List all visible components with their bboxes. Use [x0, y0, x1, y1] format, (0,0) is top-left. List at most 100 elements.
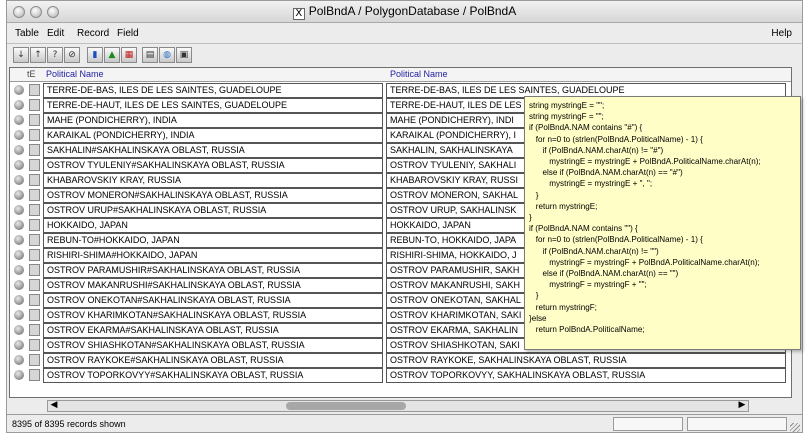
tooltip-line: if (PolBndA.NAM contains "") { — [529, 224, 638, 234]
column-header-political-name-2[interactable]: Political Name — [390, 69, 448, 79]
record-select-checkbox[interactable] — [29, 249, 40, 261]
record-bullet-icon[interactable] — [14, 265, 24, 275]
horizontal-scroll-thumb[interactable] — [286, 402, 406, 410]
menu-edit[interactable]: Edit — [47, 28, 64, 39]
record-select-checkbox[interactable] — [29, 354, 40, 366]
cell-political-name[interactable]: OSTROV MAKANRUSHI#SAKHALINSKAYA OBLAST, … — [43, 278, 383, 293]
cell-political-name[interactable]: OSTROV EKARMA#SAKHALINSKAYA OBLAST, RUSS… — [43, 323, 383, 338]
menu-bar: Table Edit Record Field Help — [7, 24, 802, 44]
record-bullet-icon[interactable] — [14, 100, 24, 110]
layout-icon[interactable]: ▤ — [142, 47, 158, 63]
cell-political-name[interactable]: TERRE-DE-BAS, ILES DE LES SAINTES, GUADE… — [43, 83, 383, 98]
cell-political-name[interactable]: RISHIRI-SHIMA#HOKKAIDO, JAPAN — [43, 248, 383, 263]
sort-ascending-icon[interactable]: ↓ — [13, 47, 29, 63]
record-select-checkbox[interactable] — [29, 204, 40, 216]
record-select-checkbox[interactable] — [29, 114, 40, 126]
column-header-flag[interactable]: tE — [27, 69, 36, 79]
record-bullet-icon[interactable] — [14, 295, 24, 305]
cell-political-name[interactable]: OSTROV KHARIMKOTAN#SAKHALINSKAYA OBLAST,… — [43, 308, 383, 323]
menu-table[interactable]: Table — [15, 28, 39, 39]
tooltip-line: return mystringF; — [529, 302, 597, 312]
record-select-checkbox[interactable] — [29, 234, 40, 246]
record-bullet-icon[interactable] — [14, 340, 24, 350]
record-bullet-icon[interactable] — [14, 280, 24, 290]
scroll-right-icon[interactable]: ▶ — [736, 400, 748, 412]
calculation-tooltip: string mystringE = ""; string mystringF =… — [524, 96, 801, 350]
record-select-checkbox[interactable] — [29, 369, 40, 381]
record-select-checkbox[interactable] — [29, 309, 40, 321]
tooltip-line: if (PolBndA.NAM.charAt(n) != "") — [529, 246, 659, 256]
tooltip-code: string mystringE = ""; string mystringF =… — [529, 100, 796, 335]
record-bullet-icon[interactable] — [14, 175, 24, 185]
record-select-checkbox[interactable] — [29, 339, 40, 351]
cell-political-name[interactable]: OSTROV URUP#SAKHALINSKAYA OBLAST, RUSSIA — [43, 203, 383, 218]
table-row[interactable]: OSTROV RAYKOKE#SAKHALINSKAYA OBLAST, RUS… — [10, 353, 791, 368]
cell-political-name-2[interactable]: OSTROV TOPORKOVYY, SAKHALINSKAYA OBLAST,… — [386, 368, 786, 383]
record-select-checkbox[interactable] — [29, 129, 40, 141]
cell-political-name[interactable]: KHABAROVSKIY KRAY, RUSSIA — [43, 173, 383, 188]
record-select-checkbox[interactable] — [29, 294, 40, 306]
sort-descending-icon[interactable]: ↑ — [30, 47, 46, 63]
tooltip-line: mystringF = mystringF + PolBndA.Politica… — [529, 257, 760, 267]
record-select-checkbox[interactable] — [29, 159, 40, 171]
tooltip-line: } — [529, 190, 539, 200]
cell-political-name[interactable]: TERRE-DE-HAUT, ILES DE LES SAINTES, GUAD… — [43, 98, 383, 113]
record-bullet-icon[interactable] — [14, 235, 24, 245]
filter-icon[interactable]: ⊘ — [64, 47, 80, 63]
cell-political-name[interactable]: HOKKAIDO, JAPAN — [43, 218, 383, 233]
record-bullet-icon[interactable] — [14, 115, 24, 125]
cell-political-name[interactable]: MAHE (PONDICHERRY), INDIA — [43, 113, 383, 128]
form-icon[interactable]: ▣ — [176, 47, 192, 63]
record-select-checkbox[interactable] — [29, 84, 40, 96]
table-icon[interactable]: ▦ — [121, 47, 137, 63]
record-bullet-icon[interactable] — [14, 130, 24, 140]
cell-political-name[interactable]: OSTROV RAYKOKE#SAKHALINSKAYA OBLAST, RUS… — [43, 353, 383, 368]
tooltip-line: string mystringF = ""; — [529, 112, 604, 122]
menu-field[interactable]: Field — [117, 28, 139, 39]
record-bullet-icon[interactable] — [14, 85, 24, 95]
record-bullet-icon[interactable] — [14, 190, 24, 200]
menu-help[interactable]: Help — [771, 28, 792, 39]
menu-record[interactable]: Record — [77, 28, 109, 39]
record-select-checkbox[interactable] — [29, 144, 40, 156]
resize-grip-icon[interactable] — [790, 423, 800, 432]
record-bullet-icon[interactable] — [14, 145, 24, 155]
cell-political-name[interactable]: REBUN-TO#HOKKAIDO, JAPAN — [43, 233, 383, 248]
title-bar[interactable]: X PolBndA / PolygonDatabase / PolBndA — [7, 1, 802, 23]
column-header-political-name[interactable]: Political Name — [46, 69, 104, 79]
cell-political-name[interactable]: SAKHALIN#SAKHALINSKAYA OBLAST, RUSSIA — [43, 143, 383, 158]
record-bullet-icon[interactable] — [14, 355, 24, 365]
record-bullet-icon[interactable] — [14, 250, 24, 260]
cell-political-name[interactable]: OSTROV SHIASHKOTAN#SAKHALINSKAYA OBLAST,… — [43, 338, 383, 353]
color-chart-icon[interactable]: ▲ — [104, 47, 120, 63]
scroll-left-icon[interactable]: ◀ — [48, 400, 60, 412]
cell-political-name[interactable]: OSTROV PARAMUSHIR#SAKHALINSKAYA OBLAST, … — [43, 263, 383, 278]
record-select-checkbox[interactable] — [29, 189, 40, 201]
record-bullet-icon[interactable] — [14, 310, 24, 320]
chart-icon[interactable]: ▮ — [87, 47, 103, 63]
record-bullet-icon[interactable] — [14, 220, 24, 230]
record-select-checkbox[interactable] — [29, 174, 40, 186]
globe-icon[interactable]: ◍ — [159, 47, 175, 63]
record-bullet-icon[interactable] — [14, 325, 24, 335]
table-row[interactable]: OSTROV TOPORKOVYY#SAKHALINSKAYA OBLAST, … — [10, 368, 791, 383]
record-select-checkbox[interactable] — [29, 264, 40, 276]
cell-political-name[interactable]: KARAIKAL (PONDICHERRY), INDIA — [43, 128, 383, 143]
record-select-checkbox[interactable] — [29, 219, 40, 231]
query-icon[interactable]: ? — [47, 47, 63, 63]
horizontal-scrollbar[interactable]: ◀ ▶ — [47, 400, 749, 412]
tooltip-line: mystringE = mystringE + ", "; — [529, 179, 653, 189]
record-bullet-icon[interactable] — [14, 160, 24, 170]
cell-political-name[interactable]: OSTROV TYULENIY#SAKHALINSKAYA OBLAST, RU… — [43, 158, 383, 173]
cell-political-name[interactable]: OSTROV MONERON#SAKHALINSKAYA OBLAST, RUS… — [43, 188, 383, 203]
cell-political-name[interactable]: OSTROV ONEKOTAN#SAKHALINSKAYA OBLAST, RU… — [43, 293, 383, 308]
record-bullet-icon[interactable] — [14, 370, 24, 380]
cell-political-name[interactable]: OSTROV TOPORKOVYY#SAKHALINSKAYA OBLAST, … — [43, 368, 383, 383]
status-field-2 — [687, 417, 787, 431]
tooltip-line: mystringE = mystringE + PolBndA.Politica… — [529, 157, 761, 167]
record-select-checkbox[interactable] — [29, 99, 40, 111]
record-select-checkbox[interactable] — [29, 324, 40, 336]
cell-political-name-2[interactable]: OSTROV RAYKOKE, SAKHALINSKAYA OBLAST, RU… — [386, 353, 786, 368]
record-bullet-icon[interactable] — [14, 205, 24, 215]
record-select-checkbox[interactable] — [29, 279, 40, 291]
